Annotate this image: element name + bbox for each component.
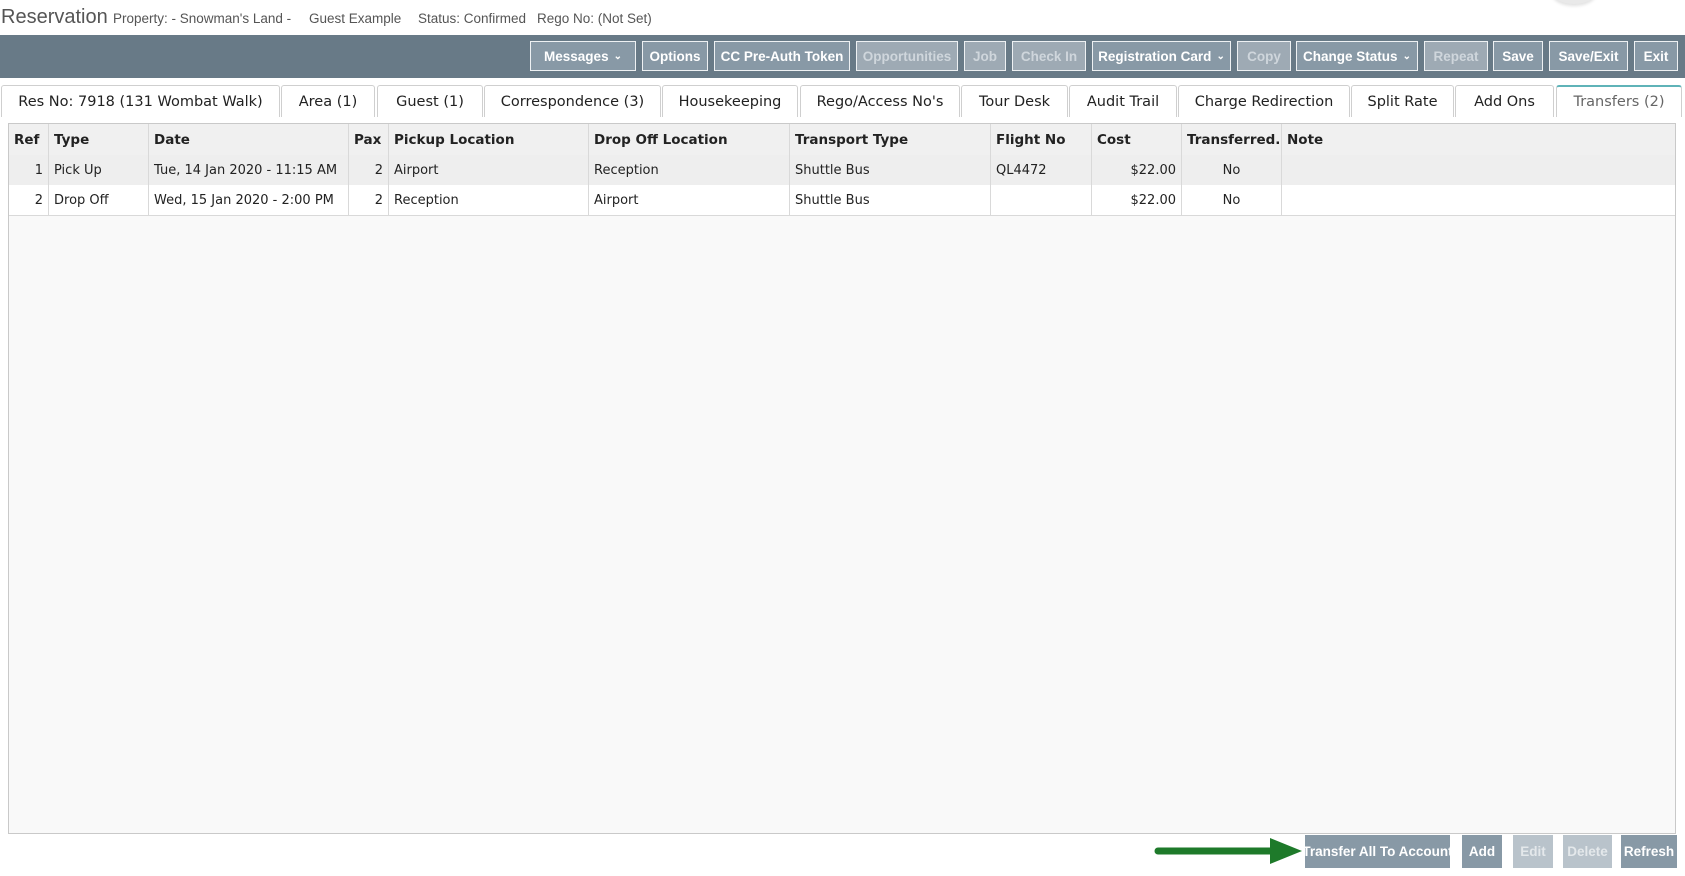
action-toolbar: Messages ⌄ Options CC Pre-Auth Token Oppo… [0, 35, 1685, 78]
cell-ref: 2 [9, 185, 49, 215]
tab-add-ons[interactable]: Add Ons [1455, 85, 1554, 117]
edit-button[interactable]: Edit [1513, 835, 1553, 868]
messages-label: Messages [544, 48, 609, 64]
reservation-tabs: Res No: 7918 (131 Wombat Walk) Area (1) … [0, 85, 1685, 117]
transfer-all-to-account-button[interactable]: Transfer All To Account [1302, 835, 1453, 868]
cell-cost: $22.00 [1092, 155, 1182, 185]
tab-tour-desk[interactable]: Tour Desk [961, 85, 1068, 117]
add-button[interactable]: Add [1462, 835, 1502, 868]
chevron-down-icon: ⌄ [1402, 50, 1411, 62]
change-status-button[interactable]: Change Status ⌄ [1296, 41, 1418, 71]
cell-note [1282, 155, 1675, 185]
cell-flight [991, 185, 1092, 215]
col-cost[interactable]: Cost [1092, 124, 1182, 155]
grid-header: Ref Type Date Pax Pickup Location Drop O… [9, 124, 1675, 156]
property-label: Property: - Snowman's Land - [113, 11, 292, 26]
cell-transport: Shuttle Bus [790, 155, 991, 185]
col-pax[interactable]: Pax [349, 124, 389, 155]
exit-button[interactable]: Exit [1634, 41, 1678, 71]
check-in-button[interactable]: Check In [1012, 41, 1086, 71]
messages-button[interactable]: Messages ⌄ [530, 41, 636, 71]
cell-transferred: No [1182, 155, 1282, 185]
col-type[interactable]: Type [49, 124, 149, 155]
col-date[interactable]: Date [149, 124, 349, 155]
page-header: Reservation Property: - Snowman's Land -… [0, 0, 1685, 36]
cc-preauth-button[interactable]: CC Pre-Auth Token [714, 41, 850, 71]
change-status-label: Change Status [1303, 48, 1398, 64]
cell-type: Pick Up [49, 155, 149, 185]
col-transferred[interactable]: Transferred... [1182, 124, 1282, 155]
table-row[interactable]: 2 Drop Off Wed, 15 Jan 2020 - 2:00 PM 2 … [9, 185, 1675, 216]
save-button[interactable]: Save [1493, 41, 1543, 71]
registration-card-label: Registration Card [1098, 48, 1212, 64]
cell-transferred: No [1182, 185, 1282, 215]
guest-name: Guest Example [309, 11, 402, 26]
options-button[interactable]: Options [642, 41, 708, 71]
cell-pax: 2 [349, 155, 389, 185]
cell-cost: $22.00 [1092, 185, 1182, 215]
tab-area[interactable]: Area (1) [281, 85, 375, 117]
cell-pickup: Reception [389, 185, 589, 215]
chevron-down-icon: ⌄ [1216, 50, 1225, 62]
cell-flight: QL4472 [991, 155, 1092, 185]
avatar[interactable] [1552, 0, 1596, 4]
cell-pickup: Airport [389, 155, 589, 185]
tab-transfers[interactable]: Transfers (2) [1556, 85, 1682, 117]
tab-charge-redirection[interactable]: Charge Redirection [1178, 85, 1350, 117]
tab-correspondence[interactable]: Correspondence (3) [484, 85, 661, 117]
chevron-down-icon: ⌄ [613, 50, 622, 62]
cell-dropoff: Reception [589, 155, 790, 185]
col-transport-type[interactable]: Transport Type [790, 124, 991, 155]
col-dropoff-location[interactable]: Drop Off Location [589, 124, 790, 155]
tab-rego-access[interactable]: Rego/Access No's [800, 85, 960, 117]
col-pickup-location[interactable]: Pickup Location [389, 124, 589, 155]
tab-res-no[interactable]: Res No: 7918 (131 Wombat Walk) [1, 85, 280, 117]
delete-button[interactable]: Delete [1563, 835, 1612, 868]
job-button[interactable]: Job [964, 41, 1006, 71]
col-flight-no[interactable]: Flight No [991, 124, 1092, 155]
grid-actions: Transfer All To Account Add Edit Delete … [0, 834, 1685, 876]
cell-note [1282, 185, 1675, 215]
page-title: Reservation [1, 6, 108, 28]
cell-type: Drop Off [49, 185, 149, 215]
transfers-grid: Ref Type Date Pax Pickup Location Drop O… [8, 123, 1676, 834]
cell-date: Wed, 15 Jan 2020 - 2:00 PM [149, 185, 349, 215]
rego-label: Rego No: (Not Set) [537, 11, 652, 26]
tab-audit-trail[interactable]: Audit Trail [1069, 85, 1177, 117]
registration-card-button[interactable]: Registration Card ⌄ [1092, 41, 1231, 71]
cell-date: Tue, 14 Jan 2020 - 11:15 AM [149, 155, 349, 185]
tab-guest[interactable]: Guest (1) [377, 85, 483, 117]
cell-transport: Shuttle Bus [790, 185, 991, 215]
cell-ref: 1 [9, 155, 49, 185]
repeat-button[interactable]: Repeat [1424, 41, 1488, 71]
tab-split-rate[interactable]: Split Rate [1351, 85, 1454, 117]
refresh-button[interactable]: Refresh [1621, 835, 1677, 868]
status-label: Status: Confirmed [418, 11, 527, 26]
table-row[interactable]: 1 Pick Up Tue, 14 Jan 2020 - 11:15 AM 2 … [9, 155, 1675, 186]
col-note[interactable]: Note [1282, 124, 1675, 155]
tab-housekeeping[interactable]: Housekeeping [662, 85, 798, 117]
copy-button[interactable]: Copy [1237, 41, 1291, 71]
col-ref[interactable]: Ref [9, 124, 49, 155]
save-exit-button[interactable]: Save/Exit [1549, 41, 1628, 71]
cell-dropoff: Airport [589, 185, 790, 215]
opportunities-button[interactable]: Opportunities [856, 41, 958, 71]
cell-pax: 2 [349, 185, 389, 215]
